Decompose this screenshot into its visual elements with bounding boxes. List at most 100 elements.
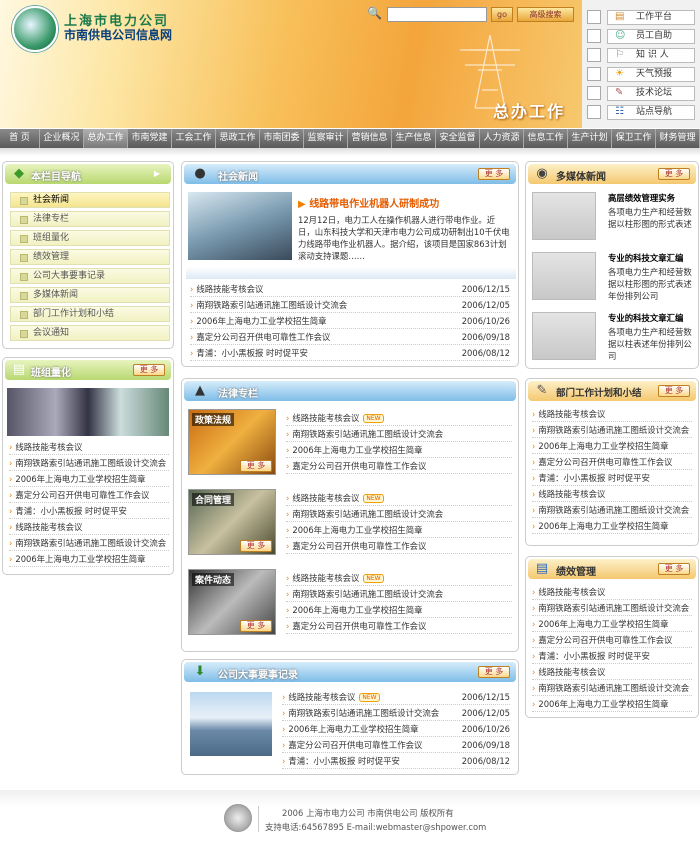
multimedia-thumbnail[interactable] xyxy=(532,252,596,300)
list-item-text[interactable]: 南翔铁路索引站通讯施工图纸设计交流会 xyxy=(15,458,166,468)
list-item[interactable]: › 2006年上海电力工业学校招生简章 xyxy=(532,617,692,632)
list-item[interactable]: › 2006年上海电力工业学校招生简章 2006/10/26 xyxy=(190,314,510,329)
list-item[interactable]: › 南翔铁路索引站通讯施工图纸设计交流会 xyxy=(532,681,692,696)
list-item-text[interactable]: 嘉定分公司召开供电可靠性工作会议 xyxy=(538,635,672,645)
nav-item[interactable]: 总办工作 xyxy=(84,129,128,148)
list-item[interactable]: › 嘉定分公司召开供电可靠性工作会议 xyxy=(286,539,512,554)
quick-link-text[interactable]: 知 识 人 xyxy=(636,50,669,60)
nav-item[interactable]: 安全监督 xyxy=(436,129,480,148)
list-item-text[interactable]: 南翔铁路索引站通讯施工图纸设计交流会 xyxy=(538,603,689,613)
list-item-text[interactable]: 嘉定分公司召开供电可靠性工作会议 xyxy=(288,740,422,750)
list-item[interactable]: › 线路技能考核会议 2006/12/15 xyxy=(190,282,510,297)
nav-item[interactable]: 思政工作 xyxy=(216,129,260,148)
list-item-text[interactable]: 南翔铁路索引站通讯施工图纸设计交流会 xyxy=(292,589,443,599)
list-item-text[interactable]: 嘉定分公司召开供电可靠性工作会议 xyxy=(538,457,672,467)
list-item[interactable]: › 2006年上海电力工业学校招生简章 xyxy=(286,523,512,538)
nav-item[interactable]: 信息工作 xyxy=(524,129,568,148)
list-item[interactable]: › 线路技能考核会议 NEW xyxy=(286,571,512,586)
list-item[interactable]: › 南翔铁路索引站通讯施工图纸设计交流会 xyxy=(286,507,512,522)
quick-link-text[interactable]: 技术论坛 xyxy=(636,88,672,98)
list-item-text[interactable]: 南翔铁路索引站通讯施工图纸设计交流会 xyxy=(292,509,443,519)
list-item[interactable]: › 2006年上海电力工业学校招生简章 xyxy=(286,603,512,618)
list-item-text[interactable]: 青浦：小小黑板报 时时促平安 xyxy=(15,506,127,516)
quick-link-item[interactable]: 技术论坛 ✎ xyxy=(582,84,700,102)
list-item[interactable]: › 2006年上海电力工业学校招生简章 xyxy=(9,472,169,487)
list-item-text[interactable]: 2006年上海电力工业学校招生简章 xyxy=(292,605,422,615)
list-item-text[interactable]: 嘉定分公司召开供电可靠性工作会议 xyxy=(15,490,149,500)
list-item-text[interactable]: 2006年上海电力工业学校招生简章 xyxy=(538,619,668,629)
nav-item[interactable]: 监察审计 xyxy=(304,129,348,148)
law-block-more-button[interactable]: 更 多 xyxy=(240,460,272,472)
list-item-text[interactable]: 线路技能考核会议 xyxy=(292,493,359,503)
list-item-text[interactable]: 线路技能考核会议 xyxy=(292,573,359,583)
multimedia-item-title[interactable]: 专业的科技文章汇编 xyxy=(608,252,683,264)
list-item-text[interactable]: 青浦：小小黑板报 时时促平安 xyxy=(196,348,308,358)
performance-more-button[interactable]: 更 多 xyxy=(658,563,690,575)
multimedia-item-title[interactable]: 专业的科技文章汇编 xyxy=(608,312,683,324)
left-nav-item[interactable]: 部门工作计划和小结 xyxy=(10,306,170,322)
list-item-text[interactable]: 嘉定分公司召开供电可靠性工作会议 xyxy=(292,461,426,471)
advanced-search-button[interactable]: 高级搜索 xyxy=(517,7,574,22)
list-item[interactable]: › 线路技能考核会议 NEW 2006/12/15 xyxy=(282,690,510,705)
list-item[interactable]: › 2006年上海电力工业学校招生简章 xyxy=(532,519,692,534)
list-item-text[interactable]: 2006年上海电力工业学校招生简章 xyxy=(288,724,418,734)
multimedia-item-title[interactable]: 高层绩效管理实务 xyxy=(608,192,675,204)
quick-link-checkbox[interactable] xyxy=(587,48,601,62)
list-item[interactable]: › 2006年上海电力工业学校招生简章 xyxy=(532,439,692,454)
quick-link-checkbox[interactable] xyxy=(587,67,601,81)
list-item[interactable]: › 青浦：小小黑板报 时时促平安 xyxy=(9,504,169,519)
list-item[interactable]: › 线路技能考核会议 xyxy=(532,585,692,600)
nav-item[interactable]: 企业概况 xyxy=(40,129,84,148)
list-item-text[interactable]: 2006年上海电力工业学校招生简章 xyxy=(292,445,422,455)
list-item[interactable]: › 2006年上海电力工业学校招生简章 2006/10/26 xyxy=(282,722,510,737)
left-nav-item[interactable]: 会议通知 xyxy=(10,325,170,341)
list-item-text[interactable]: 2006年上海电力工业学校招生简章 xyxy=(538,699,668,709)
list-item[interactable]: › 嘉定分公司召开供电可靠性工作会议 xyxy=(9,488,169,503)
list-item[interactable]: › 青浦：小小黑板报 时时促平安 2006/08/12 xyxy=(282,754,510,769)
list-item-text[interactable]: 南翔铁路索引站通讯施工图纸设计交流会 xyxy=(288,708,439,718)
list-item[interactable]: › 线路技能考核会议 xyxy=(9,520,169,535)
list-item-text[interactable]: 2006年上海电力工业学校招生简章 xyxy=(292,525,422,535)
quick-link-item[interactable]: 知 识 人 ⚐ xyxy=(582,46,700,64)
list-item[interactable]: › 2006年上海电力工业学校招生简章 xyxy=(286,443,512,458)
list-item-text[interactable]: 南翔铁路索引站通讯施工图纸设计交流会 xyxy=(292,429,443,439)
list-item[interactable]: › 南翔铁路索引站通讯施工图纸设计交流会 2006/12/05 xyxy=(282,706,510,721)
list-item-text[interactable]: 2006年上海电力工业学校招生简章 xyxy=(538,441,668,451)
quick-link-item[interactable]: 工作平台 ▤ xyxy=(582,8,700,26)
list-item-text[interactable]: 线路技能考核会议 xyxy=(292,413,359,423)
list-item[interactable]: › 2006年上海电力工业学校招生简章 xyxy=(532,697,692,712)
list-item-text[interactable]: 2006年上海电力工业学校招生简章 xyxy=(15,474,145,484)
list-item-text[interactable]: 南翔铁路索引站通讯施工图纸设计交流会 xyxy=(538,683,689,693)
search-input[interactable] xyxy=(387,7,487,22)
list-item-text[interactable]: 线路技能考核会议 xyxy=(196,284,263,294)
list-item[interactable]: › 青浦：小小黑板报 时时促平安 2006/08/12 xyxy=(190,346,510,361)
list-item[interactable]: › 南翔铁路索引站通讯施工图纸设计交流会 xyxy=(9,536,169,551)
left-nav-item[interactable]: 班组量化 xyxy=(10,230,170,246)
list-item[interactable]: › 线路技能考核会议 xyxy=(532,665,692,680)
left-nav-item[interactable]: 社会新闻 xyxy=(10,192,170,208)
list-item[interactable]: › 线路技能考核会议 NEW xyxy=(286,411,512,426)
news-headline-text[interactable]: 线路带电作业机器人研制成功 xyxy=(309,199,439,210)
list-item-text[interactable]: 南翔铁路索引站通讯施工图纸设计交流会 xyxy=(196,300,347,310)
list-item-text[interactable]: 嘉定分公司召开供电可靠性工作会议 xyxy=(292,541,426,551)
nav-item[interactable]: 营销信息 xyxy=(348,129,392,148)
list-item[interactable]: › 青浦：小小黑板报 时时促平安 xyxy=(532,471,692,486)
dept-plan-more-button[interactable]: 更 多 xyxy=(658,385,690,397)
nav-item[interactable]: 首 页 xyxy=(0,129,40,148)
list-item-text[interactable]: 2006年上海电力工业学校招生简章 xyxy=(196,316,326,326)
nav-item[interactable]: 工会工作 xyxy=(172,129,216,148)
go-button[interactable]: go xyxy=(491,7,513,22)
list-item-text[interactable]: 南翔铁路索引站通讯施工图纸设计交流会 xyxy=(15,538,166,548)
multimedia-more-button[interactable]: 更 多 xyxy=(658,168,690,180)
list-item[interactable]: › 线路技能考核会议 xyxy=(532,407,692,422)
quick-link-item[interactable]: 天气预报 ☀ xyxy=(582,65,700,83)
news-headline[interactable]: ▶ 线路带电作业机器人研制成功 xyxy=(298,195,439,210)
list-item[interactable]: › 南翔铁路索引站通讯施工图纸设计交流会 xyxy=(286,587,512,602)
list-item[interactable]: › 线路技能考核会议 xyxy=(9,440,169,455)
quick-link-item[interactable]: 员工自助 ☺ xyxy=(582,27,700,45)
list-item-text[interactable]: 2006年上海电力工业学校招生简章 xyxy=(15,554,145,564)
logo-icon[interactable] xyxy=(12,6,58,52)
left-nav-item[interactable]: 法律专栏 xyxy=(10,211,170,227)
list-item-text[interactable]: 嘉定分公司召开供电可靠性工作会议 xyxy=(196,332,330,342)
list-item[interactable]: › 嘉定分公司召开供电可靠性工作会议 xyxy=(286,619,512,634)
